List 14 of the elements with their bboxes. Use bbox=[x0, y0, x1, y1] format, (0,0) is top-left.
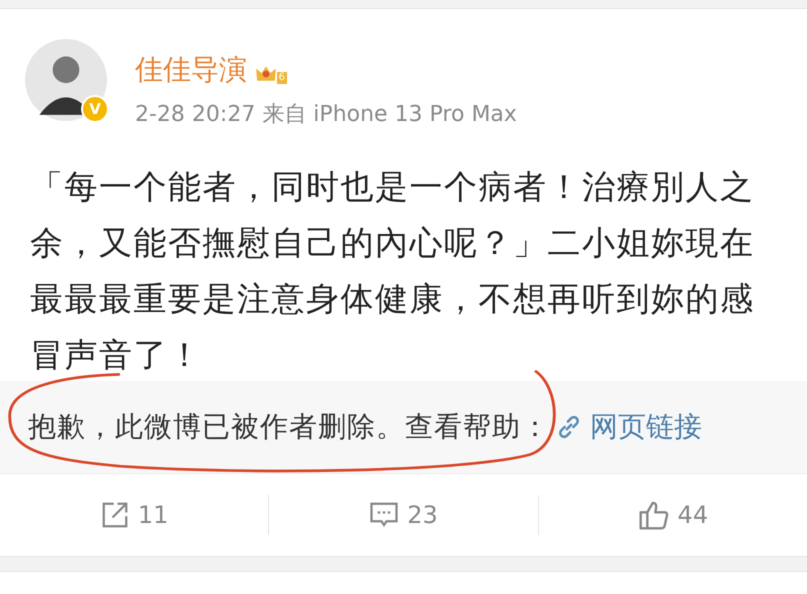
share-icon bbox=[100, 500, 130, 530]
level-badge: 6 bbox=[255, 58, 285, 82]
repost-button[interactable]: 11 bbox=[0, 499, 268, 531]
thumbs-up-icon bbox=[638, 499, 670, 531]
like-button[interactable]: 44 bbox=[538, 498, 807, 532]
author-name[interactable]: 佳佳导演 bbox=[135, 51, 247, 89]
link-icon bbox=[556, 414, 582, 440]
comment-button[interactable]: 23 bbox=[269, 499, 538, 531]
deleted-notice: 抱歉，此微博已被作者删除。查看帮助： bbox=[28, 409, 550, 445]
avatar-silhouette[interactable] bbox=[25, 39, 107, 121]
web-link[interactable]: 网页链接 bbox=[590, 408, 702, 446]
post-meta: 2-28 20:27 来自 iPhone 13 Pro Max bbox=[135, 101, 517, 129]
post-text: 「每一个能者，同时也是一个病者！治療別人之余，又能否撫慰自己的內心呢？」二小姐妳現在最最最重要是注意身体健康，不想再听到妳的感冒声音了！ bbox=[29, 166, 756, 371]
verified-badge: V bbox=[81, 95, 109, 123]
